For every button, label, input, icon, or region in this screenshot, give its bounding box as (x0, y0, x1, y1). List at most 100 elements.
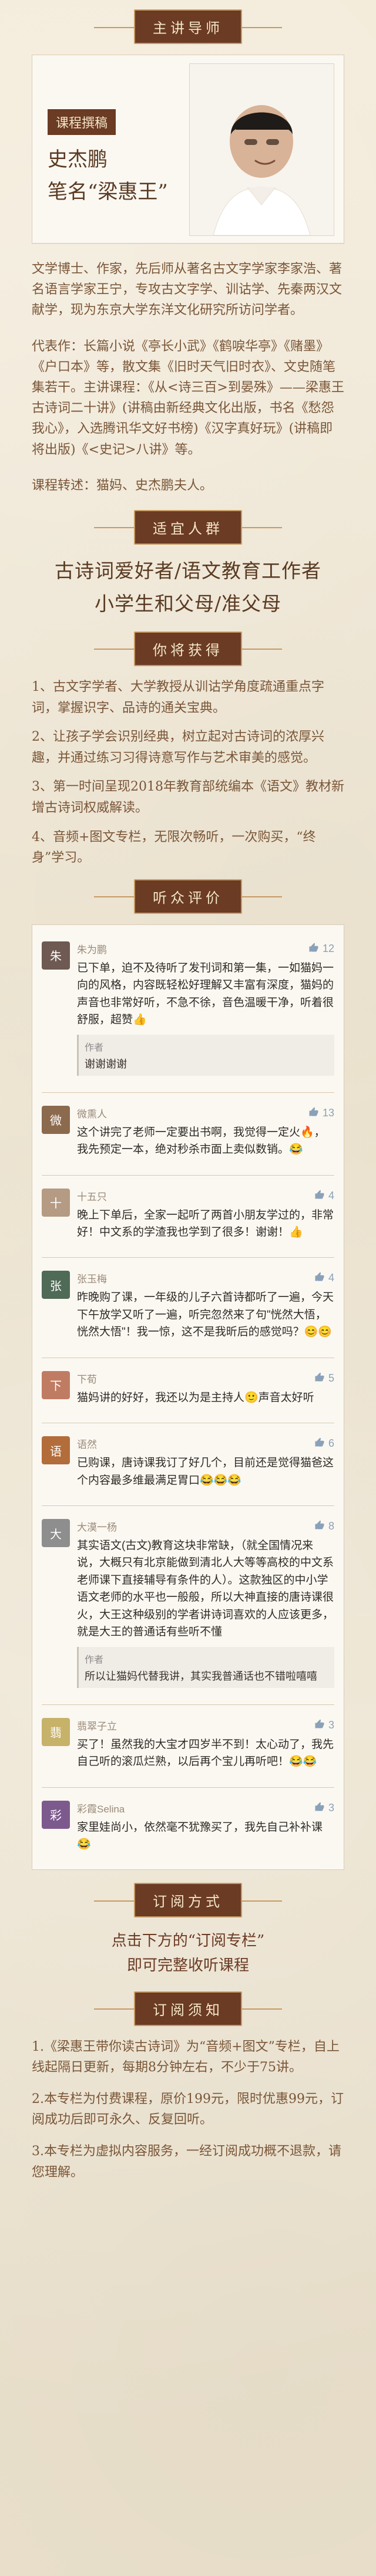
teacher-photo (189, 63, 334, 236)
avatar: 十 (42, 1188, 70, 1217)
avatar: 翡 (42, 1717, 70, 1746)
review-item: 语 语然 6 已购课，唐诗课我订了好几个，目前还是觉得猫爸这个内容最多维最满足胃… (42, 1430, 334, 1498)
reply-text: 所以让猫妈代替我讲，其实我普通话也不错啦嘻嘻 (85, 1670, 317, 1682)
review-text: 家里娃尚小，依然毫不犹豫买了，我先自己补补课😂 (77, 1821, 323, 1851)
review-username: 微熏人 (77, 1108, 107, 1120)
teacher-card: 课程撰稿 史杰鹏 笔名“梁惠王” (32, 55, 344, 244)
thumbs-up-icon (314, 1520, 325, 1533)
author-reply: 作者 所以让猫妈代替我讲，其实我普通话也不错啦嘻嘻 (77, 1646, 334, 1688)
notice-item: 3.本专栏为虚拟内容服务，一经订阅成功概不退款，请您理解。 (32, 2144, 341, 2180)
review-item: 翡 翡翠子立 3 买了！虽然我的大宝才四岁半不到！太心动了，我先自己听的滚瓜烂熟… (42, 1712, 334, 1780)
review-username: 大漠一杨 (77, 1522, 117, 1533)
thumbs-up-icon (314, 1437, 325, 1450)
audience-line-1: 古诗词爱好者/语文教育工作者 (54, 559, 322, 582)
avatar: 大 (42, 1519, 70, 1547)
like-button[interactable]: 3 (314, 1719, 334, 1732)
review-divider (42, 1257, 334, 1258)
review-text: 晚上下单后，全家一起听了两首小朋友学过的，非常好！中文系的学渣我也学到了很多！谢… (77, 1208, 334, 1238)
like-button[interactable]: 13 (308, 1106, 334, 1120)
notice-section-title: 订阅须知 (94, 1991, 282, 2026)
review-username: 下荀 (77, 1373, 97, 1385)
thumbs-up-icon (314, 1372, 325, 1385)
review-username: 翡翠子立 (77, 1720, 117, 1732)
reviews-card: 朱 朱为鹏 12 已下单，迫不及待听了发刊词和第一集，一如猫妈一向的风格，内容既… (32, 924, 344, 1871)
review-text: 昨晚购了课，一年级的儿子六首诗都听了一遍，今天下午放学又听了一遍，听完忽然来了句… (77, 1291, 334, 1339)
avatar: 微 (42, 1105, 70, 1134)
teacher-thanks: 课程转述：猫妈、史杰鹏夫人。 (32, 478, 213, 493)
course-writer-badge: 课程撰稿 (48, 109, 116, 135)
audience-section-banner: 适宜人群 (32, 509, 344, 545)
like-button[interactable]: 6 (314, 1437, 334, 1450)
like-count: 3 (328, 1719, 334, 1731)
like-count: 8 (328, 1520, 334, 1532)
audience-section-title: 适宜人群 (94, 509, 282, 545)
review-item: 张 张玉梅 4 昨晚购了课，一年级的儿子六首诗都听了一遍，今天下午放学又听了一遍… (42, 1265, 334, 1350)
review-item: 微 微熏人 13 这个讲完了老师一定要出书啊，我觉得一定火🔥，我先预定一本，绝对… (42, 1100, 334, 1168)
review-divider (42, 1174, 334, 1176)
gain-item: 4、音频+图文专栏，无限次畅听，一次购买，“终身”学习。 (32, 829, 316, 866)
like-count: 5 (328, 1372, 334, 1384)
reviews-section-title: 听众评价 (94, 879, 282, 914)
gain-item: 2、让孩子学会识别经典，树立起对古诗词的浓厚兴趣，并通过练习习得诗意写作与艺术审… (32, 730, 324, 765)
like-count: 13 (322, 1106, 334, 1119)
review-item: 朱 朱为鹏 12 已下单，迫不及待听了发刊词和第一集，一如猫妈一向的风格，内容既… (42, 936, 334, 1085)
thumbs-up-icon (314, 1801, 325, 1815)
review-item: 下 下荀 5 猫妈讲的好好，我还以为是主持人🙂声音太好听 (42, 1365, 334, 1416)
author-reply: 作者 谢谢谢谢 (77, 1034, 334, 1076)
like-count: 4 (328, 1272, 334, 1284)
like-button[interactable]: 5 (314, 1372, 334, 1385)
like-button[interactable]: 4 (314, 1189, 334, 1203)
subscribe-line-1: 点击下方的“订阅专栏” (111, 1932, 265, 1950)
teacher-section-banner: 主讲导师 (32, 9, 344, 44)
gain-item: 1、古文字学者、大学教授从训诂学角度疏通重点字词，掌握识字、品诗的通关宝典。 (32, 679, 324, 715)
review-item: 彩 彩霞Selina 3 家里娃尚小，依然毫不犹豫买了，我先自己补补课😂 (42, 1795, 334, 1863)
reply-author: 作者 (85, 1042, 104, 1053)
like-count: 12 (322, 942, 334, 954)
teacher-pen-name: 笔名“梁惠王” (48, 180, 168, 204)
teacher-bio: 文学博士、作家，先后师从著名古文字学家李家浩、著名语言学家王宁，专攻古文字学、训… (32, 262, 343, 318)
review-item: 大 大漠一杨 8 其实语文(古文)教育这块非常缺，（就全国情况来说，大概只有北京… (42, 1513, 334, 1697)
gain-section-banner: 你将获得 (32, 631, 344, 666)
subscribe-line-2: 即可完整收听课程 (126, 1956, 249, 1974)
avatar: 朱 (42, 941, 70, 970)
like-button[interactable]: 12 (308, 942, 334, 956)
review-text: 这个讲完了老师一定要出书啊，我觉得一定火🔥，我先预定一本，绝对秒杀市面上卖似数销… (77, 1126, 325, 1156)
subscribe-section-banner: 订阅方式 (32, 1883, 344, 1918)
reply-text: 谢谢谢谢 (85, 1058, 127, 1070)
subscribe-section-title: 订阅方式 (94, 1883, 282, 1918)
thumbs-up-icon (308, 1106, 319, 1120)
review-text: 已购课，唐诗课我订了好几个，目前还是觉得猫爸这个内容最多维最满足胃口😂😂😂 (77, 1457, 334, 1487)
review-text: 已下单，迫不及待听了发刊词和第一集，一如猫妈一向的风格，内容既轻松好理解又丰富有… (77, 961, 334, 1027)
audience-list: 古诗词爱好者/语文教育工作者 小学生和父母/准父母 (32, 555, 344, 616)
avatar: 彩 (42, 1800, 70, 1829)
subscribe-instructions: 点击下方的“订阅专栏” 即可完整收听课程 (32, 1929, 344, 1978)
thumbs-up-icon (308, 942, 319, 956)
thumbs-up-icon (314, 1719, 325, 1732)
audience-line-2: 小学生和父母/准父母 (94, 592, 282, 615)
notice-list: 1.《梁惠王带你读古诗词》为“音频+图文”专栏，自上线起隔日更新，每期8分钟左右… (32, 2037, 344, 2183)
review-username: 十五只 (77, 1191, 107, 1203)
review-username: 彩霞Selina (77, 1803, 125, 1815)
avatar: 下 (42, 1370, 70, 1399)
like-count: 4 (328, 1189, 334, 1201)
review-text: 猫妈讲的好好，我还以为是主持人🙂声音太好听 (77, 1391, 314, 1404)
thumbs-up-icon (314, 1189, 325, 1203)
notice-item: 2.本专栏为付费课程，原价199元，限时优惠99元，订阅成功后即可永久、反复回听… (32, 2091, 344, 2128)
notice-item: 1.《梁惠王带你读古诗词》为“音频+图文”专栏，自上线起隔日更新，每期8分钟左右… (32, 2039, 340, 2075)
review-divider (42, 1787, 334, 1788)
reviews-section-banner: 听众评价 (32, 879, 344, 914)
avatar: 语 (42, 1436, 70, 1465)
notice-section-banner: 订阅须知 (32, 1991, 344, 2026)
teacher-name: 史杰鹏 (48, 148, 108, 171)
review-text: 买了！虽然我的大宝才四岁半不到！太心动了，我先自己听的滚瓜烂熟，以后再个宝儿再听… (77, 1738, 334, 1768)
like-button[interactable]: 3 (314, 1801, 334, 1815)
review-username: 张玉梅 (77, 1274, 107, 1285)
review-text: 其实语文(古文)教育这块非常缺，（就全国情况来说，大概只有北京能做到清北人大等等… (77, 1539, 334, 1639)
gain-list: 1、古文字学者、大学教授从训诂学角度疏通重点字词，掌握识字、品诗的通关宝典。 2… (32, 677, 344, 869)
like-button[interactable]: 4 (314, 1271, 334, 1285)
review-divider (42, 1505, 334, 1506)
teacher-works: 代表作：长篇小说《亭长小武》《鹤唳华亭》《赌墨》《户口本》等，散文集《旧时天气旧… (32, 339, 344, 457)
like-button[interactable]: 8 (314, 1520, 334, 1533)
review-username: 语然 (77, 1439, 97, 1451)
review-username: 朱为鹏 (77, 944, 107, 956)
